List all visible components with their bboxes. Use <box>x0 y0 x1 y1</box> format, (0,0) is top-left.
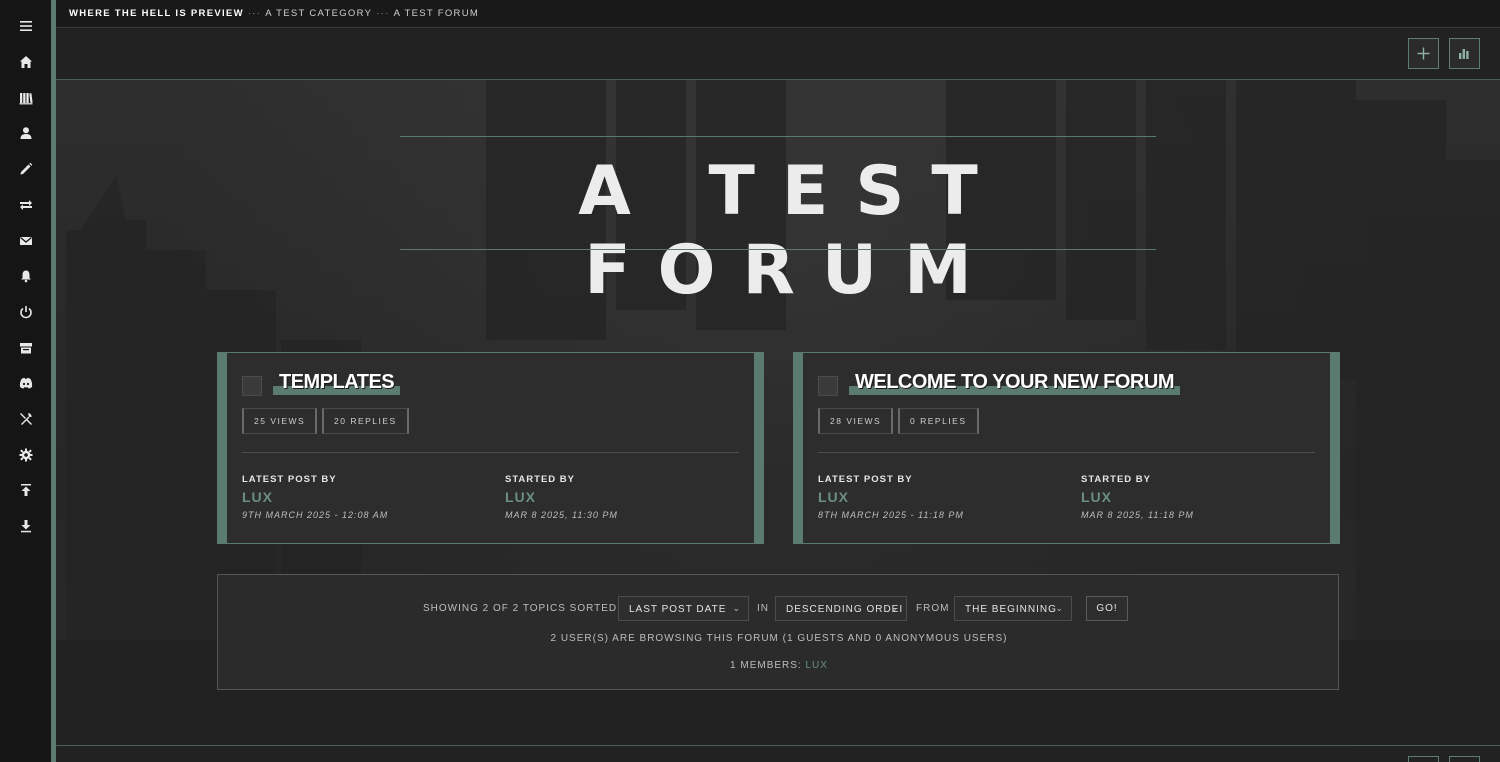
tools-icon[interactable] <box>13 406 39 432</box>
bottom-toolbar <box>56 745 1500 762</box>
new-topic-button[interactable] <box>1408 38 1439 69</box>
sort-order-select[interactable]: DESCENDING ORDEI ⌄ <box>775 596 907 621</box>
pencil-icon[interactable] <box>13 156 39 182</box>
stats-button[interactable] <box>1449 756 1480 762</box>
download-icon[interactable] <box>13 513 39 539</box>
home-icon[interactable] <box>13 49 39 75</box>
library-icon[interactable] <box>13 85 39 111</box>
chevron-down-icon: ⌄ <box>1055 603 1064 613</box>
topic-title-link[interactable]: WELCOME TO YOUR NEW FORUM <box>849 371 1180 397</box>
members-prefix: 1 MEMBERS: <box>730 660 802 671</box>
topic-select-checkbox[interactable] <box>818 376 838 396</box>
menu-icon[interactable] <box>13 13 39 39</box>
started-date: MAR 8 2025, 11:30 PM <box>505 510 618 520</box>
gear-icon[interactable] <box>13 442 39 468</box>
store-icon[interactable] <box>13 335 39 361</box>
in-label: IN <box>757 603 769 614</box>
latest-post-label: LATEST POST BY <box>818 474 913 485</box>
latest-post-date[interactable]: 9TH MARCH 2025 - 12:08 AM <box>242 510 388 520</box>
forum-toolbar <box>56 29 1500 80</box>
members-online: 1 MEMBERS: LUX <box>218 660 1340 671</box>
new-topic-button[interactable] <box>1408 756 1439 762</box>
started-date: MAR 8 2025, 11:18 PM <box>1081 510 1194 520</box>
started-by-user[interactable]: LUX <box>1081 489 1112 505</box>
member-link[interactable]: LUX <box>806 660 828 671</box>
hero-top-rule <box>400 136 1156 137</box>
topic-card: WELCOME TO YOUR NEW FORUM 28 VIEWS 0 REP… <box>793 352 1340 544</box>
views-count: 25 VIEWS <box>242 408 318 434</box>
sidebar <box>0 0 51 762</box>
latest-post-label: LATEST POST BY <box>242 474 337 485</box>
breadcrumb-separator: ··· <box>247 8 262 19</box>
breadcrumb-forum[interactable]: A TEST FORUM <box>394 8 479 19</box>
from-select[interactable]: THE BEGINNING ⌄ <box>954 596 1072 621</box>
latest-post-date[interactable]: 8TH MARCH 2025 - 11:18 PM <box>818 510 964 520</box>
sort-order-value: DESCENDING ORDEI <box>786 604 904 615</box>
forum-hero: A TEST FORUM TEMPLATES 25 VIEWS 20 REPLI… <box>56 80 1500 745</box>
upload-icon[interactable] <box>13 477 39 503</box>
chevron-down-icon: ⌄ <box>732 603 741 613</box>
stats-button[interactable] <box>1449 38 1480 69</box>
breadcrumb: WHERE THE HELL IS PREVIEW ··· A TEST CATEG… <box>69 8 479 19</box>
from-value: THE BEGINNING <box>965 604 1057 615</box>
discord-icon[interactable] <box>13 370 39 396</box>
sort-by-select[interactable]: LAST POST DATE ⌄ <box>618 596 749 621</box>
divider <box>242 452 739 453</box>
topbar: WHERE THE HELL IS PREVIEW ··· A TEST CATEG… <box>56 0 1500 28</box>
power-icon[interactable] <box>13 299 39 325</box>
showing-text: SHOWING 2 OF 2 TOPICS SORTED BY <box>423 603 637 614</box>
topic-title-link[interactable]: TEMPLATES <box>273 371 400 397</box>
views-count: 28 VIEWS <box>818 408 894 434</box>
from-label: FROM <box>916 603 950 614</box>
sort-controls: SHOWING 2 OF 2 TOPICS SORTED BY LAST POS… <box>218 596 1340 622</box>
chevron-down-icon: ⌄ <box>890 603 899 613</box>
started-by-label: STARTED BY <box>1081 474 1151 485</box>
started-by-user[interactable]: LUX <box>505 489 536 505</box>
latest-post-user[interactable]: LUX <box>242 489 273 505</box>
topic-select-checkbox[interactable] <box>242 376 262 396</box>
topic-title[interactable]: WELCOME TO YOUR NEW FORUM <box>849 371 1180 394</box>
forum-info-panel: SHOWING 2 OF 2 TOPICS SORTED BY LAST POS… <box>217 574 1339 690</box>
browsing-users-text: 2 USER(S) ARE BROWSING THIS FORUM (1 GUE… <box>550 633 1008 644</box>
replies-count: 0 REPLIES <box>898 408 979 434</box>
breadcrumb-category[interactable]: A TEST CATEGORY <box>265 8 372 19</box>
replies-count: 20 REPLIES <box>322 408 409 434</box>
latest-post-user[interactable]: LUX <box>818 489 849 505</box>
sort-by-value: LAST POST DATE <box>629 604 727 615</box>
hero-bottom-rule <box>400 249 1156 250</box>
breadcrumb-separator: ··· <box>376 8 390 19</box>
topic-card: TEMPLATES 25 VIEWS 20 REPLIES LATEST POS… <box>217 352 764 544</box>
plus-icon <box>1417 47 1430 60</box>
started-by-label: STARTED BY <box>505 474 575 485</box>
topic-title[interactable]: TEMPLATES <box>273 371 400 394</box>
bar-chart-icon <box>1459 49 1469 59</box>
divider <box>818 452 1315 453</box>
bell-icon[interactable] <box>13 263 39 289</box>
user-icon[interactable] <box>13 120 39 146</box>
swap-icon[interactable] <box>13 192 39 218</box>
breadcrumb-home[interactable]: WHERE THE HELL IS PREVIEW <box>69 8 244 19</box>
go-button[interactable]: GO! <box>1086 596 1128 621</box>
mail-icon[interactable] <box>13 228 39 254</box>
page-title: A TEST FORUM <box>578 152 1005 310</box>
